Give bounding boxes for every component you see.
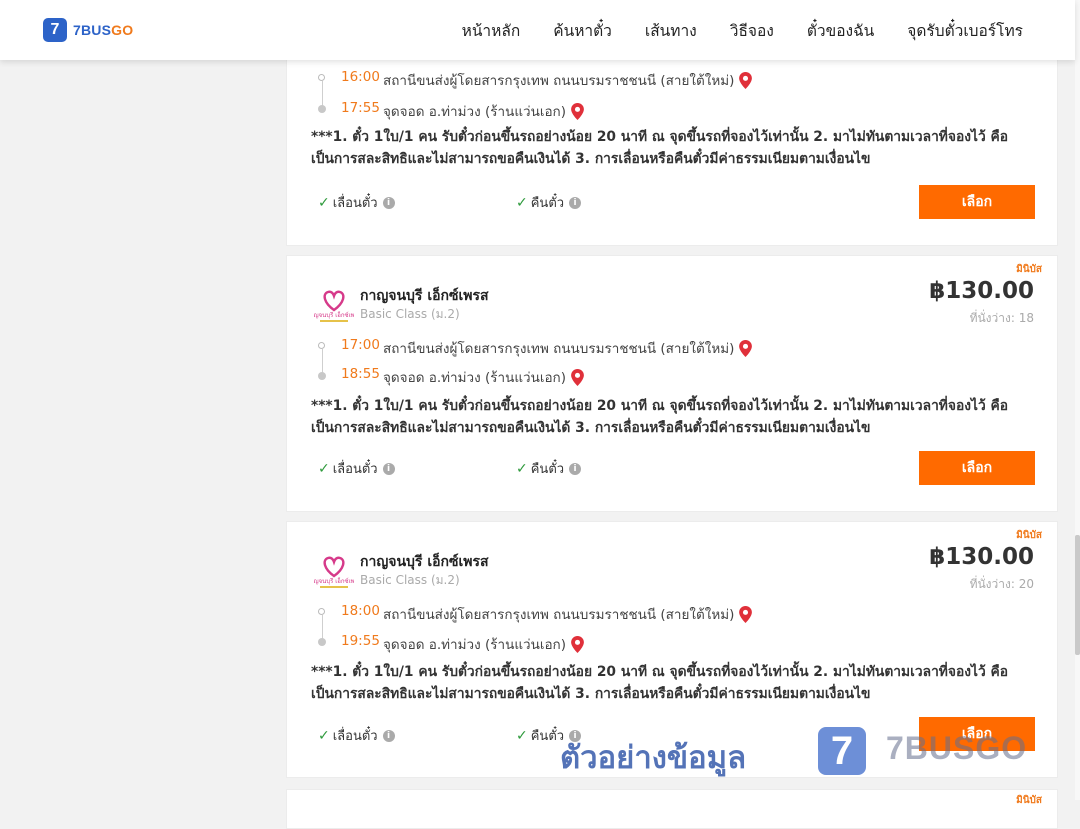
depart-place: สถานีขนส่งผู้โดยสารกรุงเทพ ถนนบรมราชชนนี…	[383, 603, 753, 625]
refund-ticket-policy: ✓ คืนตั๋ว i	[516, 192, 582, 213]
nav-my-tickets[interactable]: ตั๋วของฉัน	[807, 18, 874, 43]
main-nav: หน้าหลัก ค้นหาตั๋ว เส้นทาง วิธีจอง ตั๋วข…	[462, 0, 1023, 60]
map-pin-icon[interactable]	[739, 71, 753, 89]
nav-routes[interactable]: เส้นทาง	[645, 18, 697, 43]
trip-note: ***1. ตั๋ว 1ใบ/1 คน รับตั๋วก่อนขึ้นรถอย่…	[311, 664, 1009, 702]
vehicle-type-badge: มินิบัส	[1016, 264, 1042, 275]
trip-note: ***1. ตั๋ว 1ใบ/1 คน รับตั๋วก่อนขึ้นรถอย่…	[311, 129, 1009, 167]
arrive-dot	[318, 638, 326, 646]
operator-logo: กาญจนบุรี เอ็กซ์เพรส	[314, 290, 354, 322]
arrive-time: 18:55	[341, 366, 380, 382]
map-pin-icon[interactable]	[571, 102, 584, 120]
scrollbar-thumb[interactable]	[1075, 535, 1080, 655]
change-ticket-policy: ✓ เลื่อนตั๋ว i	[318, 458, 395, 479]
watermark-text: ตัวอย่างข้อมูล	[560, 740, 747, 776]
depart-dot	[318, 74, 325, 81]
info-icon[interactable]: i	[382, 196, 395, 209]
seats-available: ที่นั่งว่าง: 20	[969, 577, 1034, 591]
check-icon: ✓	[516, 460, 528, 477]
seats-available: ที่นั่งว่าง: 18	[969, 311, 1034, 325]
brand-logo[interactable]: 7 7BUSGO	[43, 18, 133, 42]
arrive-dot	[318, 372, 326, 380]
arrive-place: จุดจอด อ.ท่าม่วง (ร้านแว่นเอก)	[383, 366, 584, 388]
ticket-price: ฿130.00	[929, 278, 1034, 304]
trip-card: มินิบัส กาญจนบุรี เอ็กซ์เพรส กาญจนบุรี เ…	[286, 255, 1058, 512]
trip-card: มินิบัส	[286, 789, 1058, 829]
top-header: 7 7BUSGO หน้าหลัก ค้นหาตั๋ว เส้นทาง วิธี…	[0, 0, 1075, 60]
arrive-time: 17:55	[341, 100, 380, 116]
service-class: Basic Class (ม.2)	[360, 307, 460, 321]
scrollbar-track[interactable]	[1075, 0, 1080, 800]
ticket-price: ฿130.00	[929, 544, 1034, 570]
check-icon: ✓	[516, 727, 528, 744]
select-trip-button[interactable]: เลือก	[919, 451, 1035, 485]
operator-logo: กาญจนบุรี เอ็กซ์เพรส	[314, 556, 354, 588]
depart-time: 16:00	[341, 69, 380, 85]
info-icon[interactable]: i	[569, 462, 582, 475]
depart-time: 17:00	[341, 337, 380, 353]
info-icon[interactable]: i	[382, 462, 395, 475]
arrive-place: จุดจอด อ.ท่าม่วง (ร้านแว่นเอก)	[383, 100, 584, 122]
info-icon[interactable]: i	[569, 196, 582, 209]
logo-text: 7BUSGO	[73, 22, 134, 38]
svg-text:กาญจนบุรี เอ็กซ์เพรส: กาญจนบุรี เอ็กซ์เพรส	[314, 310, 354, 319]
timeline-line	[322, 81, 323, 107]
nav-how-to-book[interactable]: วิธีจอง	[730, 18, 774, 43]
arrive-place: จุดจอด อ.ท่าม่วง (ร้านแว่นเอก)	[383, 633, 584, 655]
nav-search-ticket[interactable]: ค้นหาตั๋ว	[553, 18, 612, 43]
check-icon: ✓	[318, 460, 330, 477]
trip-note: ***1. ตั๋ว 1ใบ/1 คน รับตั๋วก่อนขึ้นรถอย่…	[311, 398, 1009, 436]
select-trip-button[interactable]: เลือก	[919, 185, 1035, 219]
depart-dot	[318, 608, 325, 615]
arrive-dot	[318, 105, 326, 113]
service-class: Basic Class (ม.2)	[360, 573, 460, 587]
logo-badge: 7	[43, 18, 67, 42]
info-icon[interactable]: i	[382, 729, 395, 742]
change-ticket-policy: ✓ เลื่อนตั๋ว i	[318, 192, 395, 213]
vehicle-type-badge: มินิบัส	[1016, 795, 1042, 806]
depart-time: 18:00	[341, 603, 380, 619]
map-pin-icon[interactable]	[739, 605, 753, 623]
nav-ticket-points[interactable]: จุดรับตั๋วเบอร์โทร	[907, 18, 1023, 43]
map-pin-icon[interactable]	[739, 339, 753, 357]
depart-place: สถานีขนส่งผู้โดยสารกรุงเทพ ถนนบรมราชชนนี…	[383, 337, 753, 359]
depart-dot	[318, 342, 325, 349]
vehicle-type-badge: มินิบัส	[1016, 530, 1042, 541]
check-icon: ✓	[318, 194, 330, 211]
svg-text:กาญจนบุรี เอ็กซ์เพรส: กาญจนบุรี เอ็กซ์เพรส	[314, 576, 354, 585]
map-pin-icon[interactable]	[571, 635, 584, 653]
arrive-time: 19:55	[341, 633, 380, 649]
watermark-brand-name: 7BUSGO	[886, 730, 1028, 766]
map-pin-icon[interactable]	[571, 368, 584, 386]
watermark-logo-badge: 7	[818, 727, 866, 775]
check-icon: ✓	[516, 194, 528, 211]
depart-place: สถานีขนส่งผู้โดยสารกรุงเทพ ถนนบรมราชชนนี…	[383, 69, 753, 91]
check-icon: ✓	[318, 727, 330, 744]
refund-ticket-policy: ✓ คืนตั๋ว i	[516, 458, 582, 479]
operator-name: กาญจนบุรี เอ็กซ์เพรส	[360, 554, 489, 570]
change-ticket-policy: ✓ เลื่อนตั๋ว i	[318, 725, 395, 746]
operator-name: กาญจนบุรี เอ็กซ์เพรส	[360, 288, 489, 304]
nav-home[interactable]: หน้าหลัก	[462, 18, 521, 43]
